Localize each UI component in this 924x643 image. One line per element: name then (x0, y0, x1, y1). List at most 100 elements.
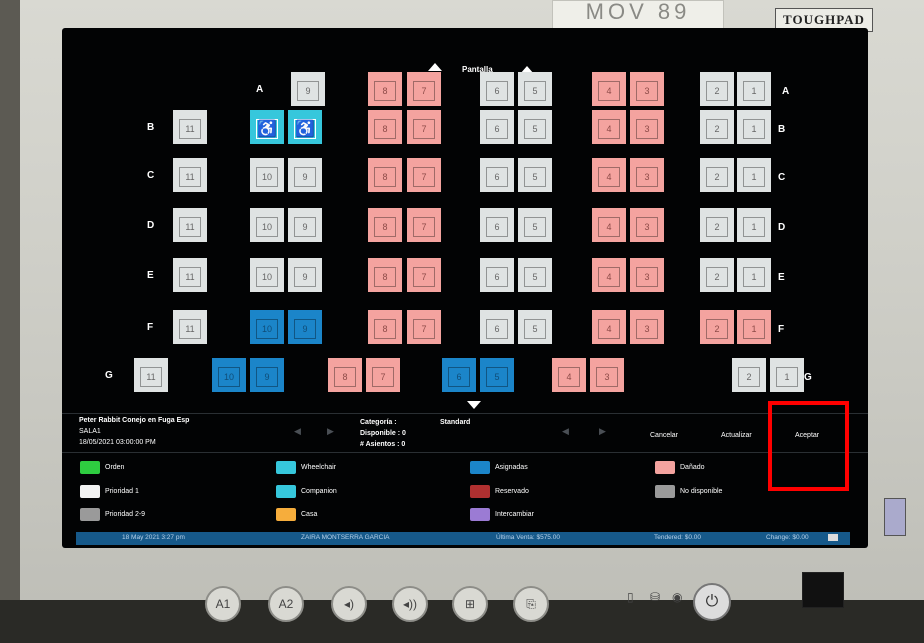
seat[interactable]: 1 (737, 158, 771, 192)
seat[interactable]: 2 (732, 358, 766, 392)
seat-number: 1 (743, 119, 765, 139)
cancel-button[interactable]: Cancelar (650, 432, 678, 439)
seat[interactable]: 10 (250, 208, 284, 242)
seat[interactable]: 5 (518, 72, 552, 106)
seat[interactable]: 9 (288, 208, 322, 242)
seat[interactable]: 11 (173, 158, 207, 192)
seat[interactable]: 5 (518, 258, 552, 292)
seat[interactable]: 8 (368, 110, 402, 144)
seat[interactable]: 11 (173, 110, 207, 144)
seat[interactable]: 1 (737, 258, 771, 292)
seat[interactable]: 2 (700, 158, 734, 192)
seat[interactable]: 5 (518, 208, 552, 242)
seat[interactable]: 2 (700, 258, 734, 292)
seat[interactable]: 4 (592, 110, 626, 144)
seat[interactable]: 5 (480, 358, 514, 392)
seat[interactable]: 7 (407, 110, 441, 144)
seat[interactable]: 4 (592, 310, 626, 344)
seat[interactable]: 3 (630, 72, 664, 106)
update-button[interactable]: Actualizar (721, 432, 752, 439)
next-arrow-icon[interactable]: ▶ (599, 426, 606, 437)
seat[interactable]: 6 (480, 208, 514, 242)
seat[interactable]: 1 (737, 208, 771, 242)
seat[interactable]: 9 (288, 310, 322, 344)
seat[interactable]: 6 (480, 310, 514, 344)
windows-icon[interactable]: ⊞ (452, 586, 488, 622)
seat[interactable]: 9 (291, 72, 325, 106)
seat[interactable]: 3 (630, 110, 664, 144)
seat-number: 1 (776, 367, 798, 387)
seat-number: 11 (179, 267, 201, 287)
seat[interactable]: 10 (250, 158, 284, 192)
seat[interactable]: 8 (368, 258, 402, 292)
seat[interactable]: 1 (737, 110, 771, 144)
seat[interactable]: 10 (212, 358, 246, 392)
seat[interactable]: 9 (288, 158, 322, 192)
next-arrow-icon[interactable]: ▶ (327, 426, 334, 437)
seat[interactable]: 6 (480, 158, 514, 192)
seat[interactable]: 3 (630, 208, 664, 242)
seat[interactable]: 8 (368, 208, 402, 242)
divider (62, 452, 868, 453)
seat[interactable]: 4 (592, 158, 626, 192)
status-change: Change: $0.00 (766, 534, 809, 541)
seat-number: 5 (524, 267, 546, 287)
seat[interactable]: 4 (592, 258, 626, 292)
seat[interactable]: 11 (134, 358, 168, 392)
seat[interactable]: 3 (590, 358, 624, 392)
hw-button-a1[interactable]: A1 (205, 586, 241, 622)
seat-number: 2 (706, 217, 728, 237)
seat[interactable]: 9 (288, 258, 322, 292)
volume-down-icon[interactable]: ◂) (331, 586, 367, 622)
seat[interactable]: 5 (518, 158, 552, 192)
seat[interactable]: 3 (630, 310, 664, 344)
seat[interactable]: 10 (250, 258, 284, 292)
hw-button-a2[interactable]: A2 (268, 586, 304, 622)
seat[interactable]: 2 (700, 110, 734, 144)
seat[interactable]: 7 (407, 310, 441, 344)
seat[interactable]: 6 (480, 258, 514, 292)
seat[interactable]: 11 (173, 208, 207, 242)
seat[interactable]: 9 (250, 358, 284, 392)
seat[interactable]: 5 (518, 110, 552, 144)
seat[interactable]: 7 (407, 208, 441, 242)
seat[interactable]: 4 (552, 358, 586, 392)
seat[interactable]: 6 (480, 72, 514, 106)
seat[interactable]: 8 (368, 310, 402, 344)
power-button-icon[interactable]: ⏻ (693, 583, 731, 621)
seat[interactable]: 1 (737, 310, 771, 344)
volume-up-icon[interactable]: ◂)) (392, 586, 428, 622)
seat[interactable]: 3 (630, 158, 664, 192)
seat[interactable]: 11 (173, 258, 207, 292)
seat[interactable]: 3 (630, 258, 664, 292)
seat[interactable]: 7 (407, 258, 441, 292)
seat[interactable]: 4 (592, 208, 626, 242)
seat[interactable]: 7 (366, 358, 400, 392)
seat[interactable]: 4 (592, 72, 626, 106)
seat[interactable]: 10 (250, 310, 284, 344)
seat[interactable]: 6 (442, 358, 476, 392)
seat[interactable]: 8 (368, 72, 402, 106)
seat[interactable]: 7 (407, 158, 441, 192)
rotate-icon[interactable]: ⎘ (513, 586, 549, 622)
seat[interactable]: 1 (770, 358, 804, 392)
divider (62, 413, 868, 414)
scroll-up-icon[interactable] (428, 63, 442, 71)
scroll-down-icon[interactable] (467, 401, 481, 409)
seat[interactable]: 2 (700, 310, 734, 344)
seat[interactable]: 2 (700, 72, 734, 106)
seat[interactable]: 8 (368, 158, 402, 192)
seat[interactable]: 2 (700, 208, 734, 242)
seat[interactable]: 7 (407, 72, 441, 106)
seat[interactable]: 6 (480, 110, 514, 144)
seat[interactable]: 11 (173, 310, 207, 344)
seat[interactable]: 5 (518, 310, 552, 344)
prev-arrow-icon[interactable]: ◀ (562, 426, 569, 437)
seat-number: 8 (374, 119, 396, 139)
seat[interactable]: ♿ (288, 110, 322, 144)
seat[interactable]: ♿ (250, 110, 284, 144)
prev-arrow-icon[interactable]: ◀ (294, 426, 301, 437)
seat-number: 11 (179, 217, 201, 237)
seat[interactable]: 8 (328, 358, 362, 392)
seat[interactable]: 1 (737, 72, 771, 106)
